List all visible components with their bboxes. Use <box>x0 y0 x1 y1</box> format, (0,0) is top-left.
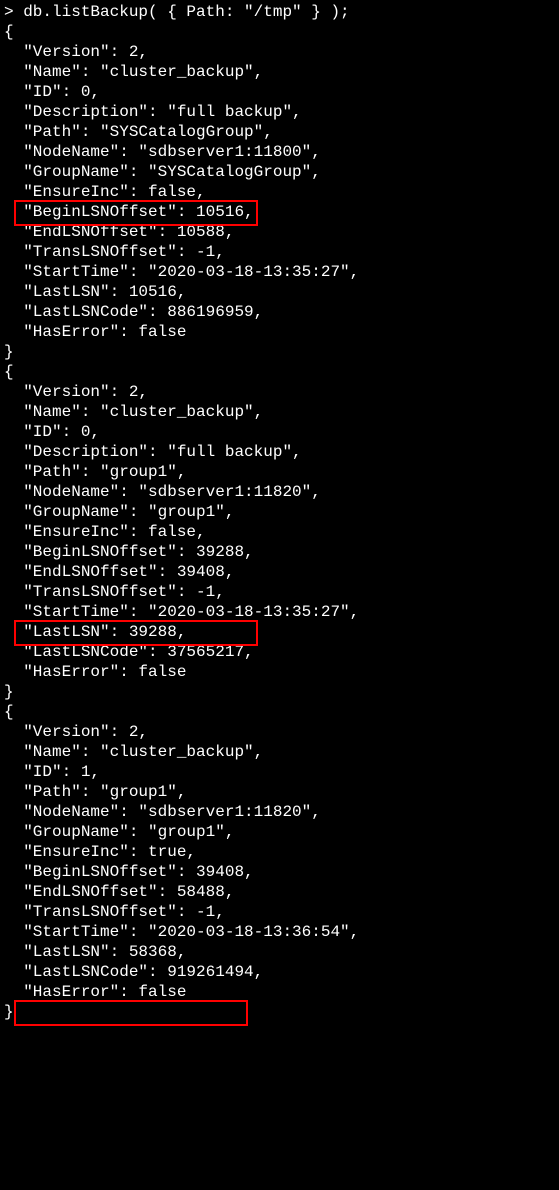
json-field-record1-line0: "Version": 2, <box>4 382 555 402</box>
json-field-record1-line4: "Path": "group1", <box>4 462 555 482</box>
json-field-record1-line6: "GroupName": "group1", <box>4 502 555 522</box>
json-field-record1-line14: "HasError": false <box>4 662 555 682</box>
json-field-record0-line6: "GroupName": "SYSCatalogGroup", <box>4 162 555 182</box>
json-field-record2-line4: "NodeName": "sdbserver1:11820", <box>4 802 555 822</box>
json-open-brace: { <box>4 702 555 722</box>
json-field-record1-line11: "StartTime": "2020-03-18-13:35:27", <box>4 602 555 622</box>
json-field-record0-line2: "ID": 0, <box>4 82 555 102</box>
json-field-record1-line2: "ID": 0, <box>4 422 555 442</box>
json-field-record0-line9: "EndLSNOffset": 10588, <box>4 222 555 242</box>
prompt: > <box>4 3 23 21</box>
json-field-record1-line5: "NodeName": "sdbserver1:11820", <box>4 482 555 502</box>
json-field-record0-line5: "NodeName": "sdbserver1:11800", <box>4 142 555 162</box>
json-field-record0-line4: "Path": "SYSCatalogGroup", <box>4 122 555 142</box>
json-field-record2-line0: "Version": 2, <box>4 722 555 742</box>
json-field-record0-line1: "Name": "cluster_backup", <box>4 62 555 82</box>
terminal-output[interactable]: > db.listBackup( { Path: "/tmp" } );{ "V… <box>0 0 559 1024</box>
terminal-container: > db.listBackup( { Path: "/tmp" } );{ "V… <box>0 0 559 1024</box>
json-field-record2-line12: "LastLSNCode": 919261494, <box>4 962 555 982</box>
json-field-record1-line13: "LastLSNCode": 37565217, <box>4 642 555 662</box>
json-field-record2-line8: "EndLSNOffset": 58488, <box>4 882 555 902</box>
json-field-record2-line2: "ID": 1, <box>4 762 555 782</box>
json-field-record2-line1: "Name": "cluster_backup", <box>4 742 555 762</box>
json-field-record2-line9: "TransLSNOffset": -1, <box>4 902 555 922</box>
json-close-brace: } <box>4 1002 555 1022</box>
json-field-record1-line10: "TransLSNOffset": -1, <box>4 582 555 602</box>
json-open-brace: { <box>4 22 555 42</box>
json-field-record0-line11: "StartTime": "2020-03-18-13:35:27", <box>4 262 555 282</box>
json-field-record2-line7: "BeginLSNOffset": 39408, <box>4 862 555 882</box>
json-field-record2-line13: "HasError": false <box>4 982 555 1002</box>
json-field-record0-line7: "EnsureInc": false, <box>4 182 555 202</box>
command-line[interactable]: > db.listBackup( { Path: "/tmp" } ); <box>4 2 555 22</box>
json-close-brace: } <box>4 682 555 702</box>
json-field-record1-line12: "LastLSN": 39288, <box>4 622 555 642</box>
json-field-record2-line5: "GroupName": "group1", <box>4 822 555 842</box>
json-field-record2-line3: "Path": "group1", <box>4 782 555 802</box>
json-field-record1-line7: "EnsureInc": false, <box>4 522 555 542</box>
json-field-record0-line14: "HasError": false <box>4 322 555 342</box>
json-field-record0-line8: "BeginLSNOffset": 10516, <box>4 202 555 222</box>
json-field-record0-line12: "LastLSN": 10516, <box>4 282 555 302</box>
json-field-record1-line1: "Name": "cluster_backup", <box>4 402 555 422</box>
json-open-brace: { <box>4 362 555 382</box>
json-field-record1-line9: "EndLSNOffset": 39408, <box>4 562 555 582</box>
json-field-record0-line13: "LastLSNCode": 886196959, <box>4 302 555 322</box>
json-field-record0-line10: "TransLSNOffset": -1, <box>4 242 555 262</box>
json-field-record1-line3: "Description": "full backup", <box>4 442 555 462</box>
json-field-record2-line11: "LastLSN": 58368, <box>4 942 555 962</box>
json-field-record0-line3: "Description": "full backup", <box>4 102 555 122</box>
json-field-record2-line6: "EnsureInc": true, <box>4 842 555 862</box>
json-close-brace: } <box>4 342 555 362</box>
json-field-record0-line0: "Version": 2, <box>4 42 555 62</box>
json-field-record2-line10: "StartTime": "2020-03-18-13:36:54", <box>4 922 555 942</box>
command-text: db.listBackup( { Path: "/tmp" } ); <box>23 3 349 21</box>
json-field-record1-line8: "BeginLSNOffset": 39288, <box>4 542 555 562</box>
